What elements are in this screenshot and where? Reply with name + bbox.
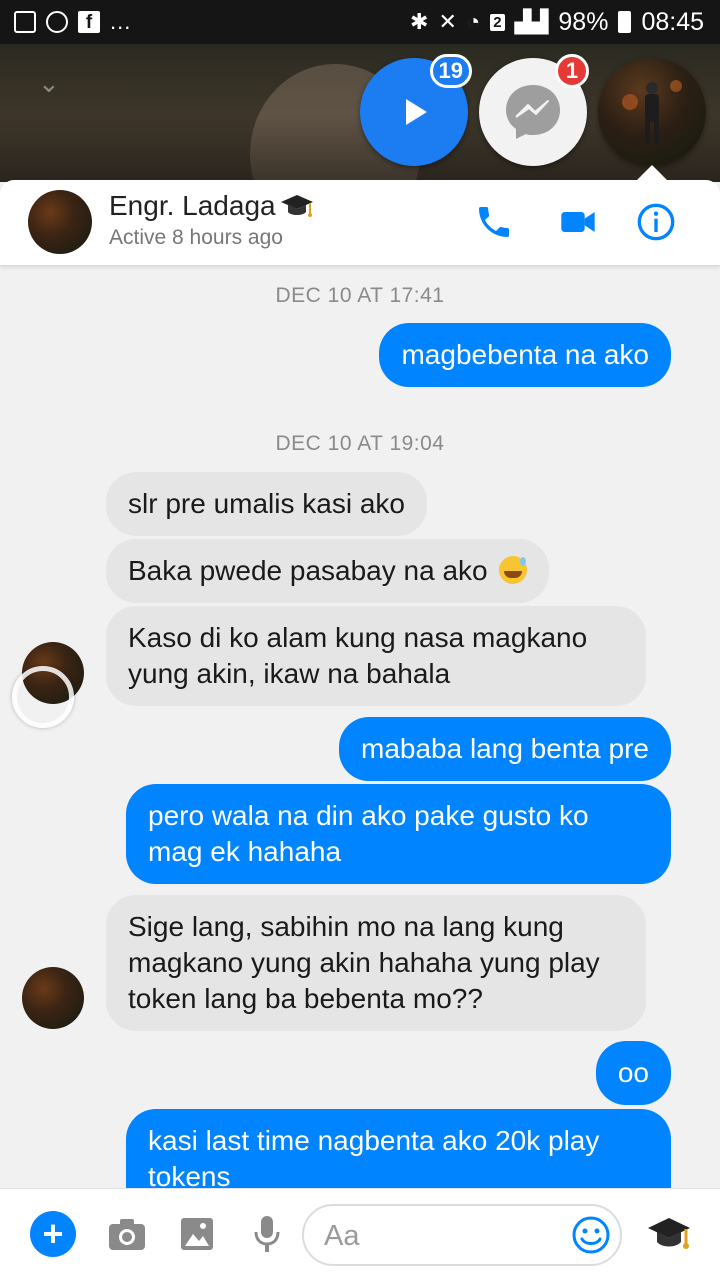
- face-icon: [46, 11, 68, 33]
- message-input-placeholder: Aa: [324, 1220, 360, 1252]
- messenger-chat-head[interactable]: 1: [479, 54, 589, 166]
- clock: 08:45: [641, 7, 704, 36]
- emoji-button[interactable]: [568, 1212, 614, 1258]
- contact-info[interactable]: Engr. Ladaga Active 8 hours ago: [109, 190, 314, 250]
- contact-status: Active 8 hours ago: [109, 226, 283, 249]
- plus-button[interactable]: +: [30, 1211, 76, 1257]
- mute-icon: ✕: [438, 9, 457, 34]
- message-incoming[interactable]: Baka pwede pasabay na ako: [106, 539, 550, 603]
- chevron-down-icon[interactable]: ⌄: [38, 68, 60, 99]
- gallery-icon: [14, 11, 36, 33]
- contact-name: Engr. Ladaga: [109, 190, 276, 221]
- message-incoming[interactable]: Kaso di ko alam kung nasa magkano yung a…: [106, 606, 646, 706]
- avatar: [622, 80, 682, 144]
- messenger-icon: [506, 85, 560, 139]
- facebook-icon: f: [78, 11, 100, 33]
- wifi-icon: ◔: [466, 9, 481, 34]
- message-thread[interactable]: DEC 10 AT 17:41 magbebenta na ako DEC 10…: [0, 266, 720, 1188]
- mic-icon: [254, 1216, 280, 1252]
- contact-chat-head[interactable]: [598, 58, 706, 166]
- message-outgoing[interactable]: kasi last time nagbenta ako 20k play tok…: [126, 1109, 671, 1188]
- battery-icon: [618, 11, 632, 33]
- message-outgoing[interactable]: pero wala na din ako pake gusto ko mag e…: [126, 784, 671, 884]
- message-outgoing[interactable]: mababa lang benta pre: [339, 717, 671, 781]
- chat-heads-area: ⌄ 19 1: [0, 44, 720, 182]
- video-chat-head[interactable]: 19: [360, 54, 472, 166]
- timestamp: DEC 10 AT 17:41: [275, 284, 445, 307]
- gallery-button[interactable]: [174, 1211, 220, 1257]
- signal-icon: ▟▟: [514, 9, 549, 34]
- message-outgoing[interactable]: magbebenta na ako: [379, 323, 671, 387]
- emoji-icon: [572, 1216, 610, 1254]
- camera-icon: [109, 1219, 145, 1250]
- quick-reaction-button[interactable]: [646, 1211, 692, 1257]
- messenger-badge: 1: [555, 54, 589, 88]
- message-incoming[interactable]: slr pre umalis kasi ako: [106, 472, 427, 536]
- camera-button[interactable]: [104, 1211, 150, 1257]
- sweat-smile-emoji-icon: [499, 556, 528, 584]
- phone-icon: [479, 207, 509, 237]
- video-badge: 19: [429, 54, 472, 88]
- video-call-button[interactable]: [556, 200, 600, 244]
- sender-avatar: [22, 967, 84, 1029]
- loading-indicator: [12, 666, 74, 728]
- play-icon: [406, 99, 427, 125]
- sim-indicator: 2: [490, 13, 505, 31]
- bluetooth-icon: ✱: [410, 9, 429, 34]
- timestamp: DEC 10 AT 19:04: [275, 432, 445, 455]
- info-icon: [637, 203, 675, 241]
- notification-icons: f ...: [14, 9, 131, 35]
- system-icons: ✱ ✕ ◔ 2 ▟▟ 98% 08:45: [410, 8, 704, 37]
- battery-percent: 98%: [558, 7, 609, 36]
- message-incoming[interactable]: Sige lang, sabihin mo na lang kung magka…: [106, 895, 646, 1031]
- plus-icon: +: [42, 1213, 64, 1254]
- graduation-cap-icon: [648, 1218, 690, 1249]
- info-button[interactable]: [634, 200, 678, 244]
- voice-button[interactable]: [244, 1211, 290, 1257]
- contact-avatar[interactable]: [28, 190, 92, 254]
- image-icon: [181, 1218, 213, 1250]
- message-outgoing[interactable]: oo: [595, 1041, 671, 1105]
- composer-bar: + Aa: [0, 1188, 720, 1280]
- phone-call-button[interactable]: [472, 200, 516, 244]
- chat-header: Engr. Ladaga Active 8 hours ago: [0, 180, 720, 266]
- graduation-cap-icon: [280, 195, 313, 217]
- message-text: Baka pwede pasabay na ako: [128, 555, 488, 586]
- status-bar: f ... ✱ ✕ ◔ 2 ▟▟ 98% 08:45: [0, 0, 720, 44]
- contact-name-row: Engr. Ladaga: [109, 190, 314, 222]
- more-notifications: ...: [110, 9, 132, 34]
- video-call-icon: [561, 212, 595, 232]
